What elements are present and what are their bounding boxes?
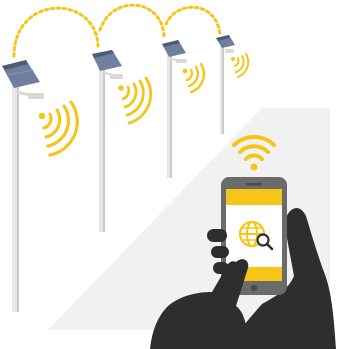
connection-arcs (12, 3, 222, 58)
connection-arc-1 (12, 6, 100, 58)
phone-speaker (246, 183, 262, 186)
solar-panel (216, 35, 235, 48)
solar-panel (162, 40, 186, 57)
phone-screen (226, 205, 282, 267)
lamp-head (28, 93, 44, 99)
street-light-pole-2 (92, 50, 153, 232)
wifi-signal-4 (231, 53, 250, 78)
wifi-signal-1 (38, 100, 79, 157)
lamp-head (110, 74, 123, 79)
street-light-pole-4 (216, 35, 250, 134)
wifi-signal-2 (118, 76, 153, 125)
connection-arc-3 (164, 5, 222, 38)
street-light-pole-1 (2, 60, 79, 312)
solar-panel (2, 60, 40, 88)
wifi-signal-3 (182, 62, 206, 94)
solar-panel (92, 50, 122, 71)
street-light-pole-3 (162, 40, 206, 178)
smart-street-light-illustration (2, 3, 336, 349)
connection-arc-2 (98, 3, 166, 38)
lamp-head (225, 49, 234, 53)
phone-home-button (250, 284, 258, 292)
lamp-head (176, 59, 187, 63)
